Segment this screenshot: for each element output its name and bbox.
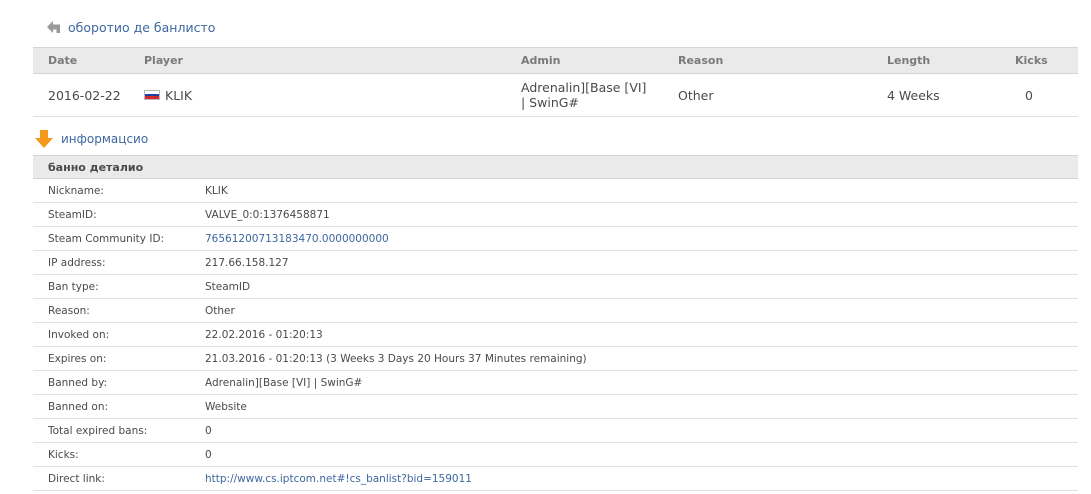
- detail-row: Ban type: SteamID: [33, 275, 1078, 299]
- detail-value: 21.03.2016 - 01:20:13 (3 Weeks 3 Days 20…: [205, 352, 587, 365]
- ban-list-table: Date Player Admin Reason Length Kicks 20…: [33, 47, 1078, 117]
- detail-row: Kicks: 0: [33, 443, 1078, 467]
- detail-label: Ban type:: [48, 280, 99, 293]
- detail-row: Total expired bans: 0: [33, 419, 1078, 443]
- detail-value-link[interactable]: http://www.cs.iptcom.net#!cs_banlist?bid…: [205, 467, 472, 490]
- detail-value: 217.66.158.127: [205, 256, 289, 269]
- detail-label: SteamID:: [48, 208, 97, 221]
- detail-value: 0: [205, 448, 212, 461]
- column-header-admin[interactable]: Admin: [521, 48, 560, 73]
- ban-length: 4 Weeks: [887, 87, 940, 103]
- detail-label: Nickname:: [48, 184, 104, 197]
- detail-label: Steam Community ID:: [48, 232, 165, 245]
- detail-label: Expires on:: [48, 352, 107, 365]
- ban-details-title: банно деталио: [33, 155, 1078, 179]
- detail-value: 22.02.2016 - 01:20:13: [205, 328, 323, 341]
- column-header-length[interactable]: Length: [887, 48, 930, 73]
- ban-reason: Other: [678, 87, 714, 103]
- detail-row: SteamID: VALVE_0:0:1376458871: [33, 203, 1078, 227]
- detail-row: IP address: 217.66.158.127: [33, 251, 1078, 275]
- down-arrow-icon: [35, 130, 53, 148]
- back-arrow-icon: [47, 21, 60, 33]
- ban-player: KLIK: [144, 74, 192, 116]
- detail-value-link[interactable]: 76561200713183470.0000000000: [205, 227, 389, 250]
- detail-label: Kicks:: [48, 448, 79, 461]
- detail-value: Website: [205, 400, 247, 413]
- detail-label: IP address:: [48, 256, 106, 269]
- column-header-reason[interactable]: Reason: [678, 48, 723, 73]
- info-section-toggle[interactable]: информацсио: [33, 129, 148, 149]
- russia-flag-icon: [144, 90, 160, 100]
- info-section-label: информацсио: [61, 132, 149, 146]
- ban-list-header: Date Player Admin Reason Length Kicks: [33, 47, 1078, 74]
- detail-label: Invoked on:: [48, 328, 110, 341]
- detail-value: VALVE_0:0:1376458871: [205, 208, 330, 221]
- back-link-label: оборотио де банлисто: [68, 19, 216, 35]
- detail-row: Steam Community ID: 76561200713183470.000…: [33, 227, 1078, 251]
- column-header-date[interactable]: Date: [48, 48, 77, 73]
- column-header-player[interactable]: Player: [144, 48, 183, 73]
- detail-value: SteamID: [205, 280, 251, 293]
- detail-label: Reason:: [48, 304, 90, 317]
- detail-row: Banned on: Website: [33, 395, 1078, 419]
- ban-date: 2016-02-22: [48, 87, 121, 103]
- detail-value: Other: [205, 304, 235, 317]
- detail-label: Total expired bans:: [48, 424, 148, 437]
- player-name: KLIK: [165, 87, 193, 103]
- admin-name-line2: | SwinG#: [521, 95, 579, 110]
- detail-label: Banned by:: [48, 376, 108, 389]
- detail-label: Direct link:: [48, 472, 105, 485]
- back-to-banlist-link[interactable]: оборотио де банлисто: [46, 18, 215, 36]
- detail-row: Expires on: 21.03.2016 - 01:20:13 (3 Week…: [33, 347, 1078, 371]
- ban-row[interactable]: 2016-02-22 KLIK Adrenalin][Base [VI] | S…: [33, 74, 1078, 117]
- detail-row: Invoked on: 22.02.2016 - 01:20:13: [33, 323, 1078, 347]
- ban-admin: Adrenalin][Base [VI] | SwinG#: [521, 74, 651, 116]
- ban-kicks: 0: [1025, 87, 1033, 103]
- detail-row: Banned by: Adrenalin][Base [VI] | SwinG#: [33, 371, 1078, 395]
- detail-row: Direct link: http://www.cs.iptcom.net#!cs…: [33, 467, 1078, 491]
- detail-value: Adrenalin][Base [VI] | SwinG#: [205, 376, 363, 389]
- detail-value: 0: [205, 424, 212, 437]
- detail-label: Banned on:: [48, 400, 109, 413]
- ban-details-table: банно деталио Nickname: KLIK SteamID: VALVE…: [33, 155, 1078, 491]
- admin-name-line1: Adrenalin][Base [VI]: [521, 80, 647, 95]
- detail-value: KLIK: [205, 184, 228, 197]
- detail-row: Reason: Other: [33, 299, 1078, 323]
- column-header-kicks[interactable]: Kicks: [1015, 48, 1048, 73]
- detail-row: Nickname: KLIK: [33, 179, 1078, 203]
